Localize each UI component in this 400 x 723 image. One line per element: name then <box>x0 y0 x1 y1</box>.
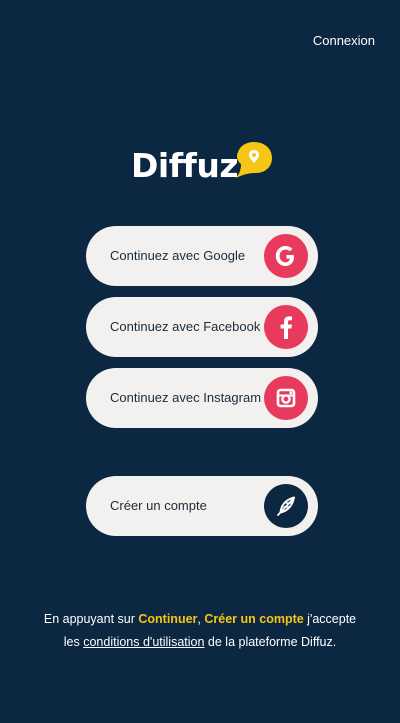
create-account-label: Créer un compte <box>110 498 207 513</box>
terms-line-1: En appuyant sur Continuer, Créer un comp… <box>0 608 400 631</box>
instagram-icon <box>264 376 308 420</box>
google-icon <box>264 234 308 278</box>
feather-pen-icon <box>264 484 308 528</box>
terms-text: de la plateforme Diffuz. <box>204 635 337 649</box>
facebook-login-label: Continuez avec Facebook <box>110 319 261 334</box>
facebook-icon <box>264 305 308 349</box>
create-account-highlight: Créer un compte <box>204 612 304 626</box>
terms-text: En appuyant sur <box>43 612 139 626</box>
app-logo: Diffuz <box>0 132 400 192</box>
login-link[interactable]: Connexion <box>313 33 375 48</box>
instagram-login-label: Continuez avec Instagram <box>110 390 262 405</box>
continue-highlight: Continuer <box>138 612 198 626</box>
create-account-button[interactable]: Créer un compte <box>86 476 318 536</box>
terms-text: les <box>63 635 84 649</box>
logo-wordmark: Diffuz <box>131 146 239 185</box>
google-login-label: Continuez avec Google <box>110 248 246 263</box>
terms-notice: En appuyant sur Continuer, Créer un comp… <box>0 608 400 654</box>
google-login-button[interactable]: Continuez avec Google <box>86 226 318 286</box>
facebook-login-button[interactable]: Continuez avec Facebook <box>86 297 318 357</box>
instagram-login-button[interactable]: Continuez avec Instagram <box>86 368 318 428</box>
terms-line-2: les conditions d'utilisation de la plate… <box>0 631 400 654</box>
speech-bubble-icon <box>236 142 272 178</box>
terms-text: j'accepte <box>303 612 357 626</box>
terms-of-use-link[interactable]: conditions d'utilisation <box>83 635 204 649</box>
